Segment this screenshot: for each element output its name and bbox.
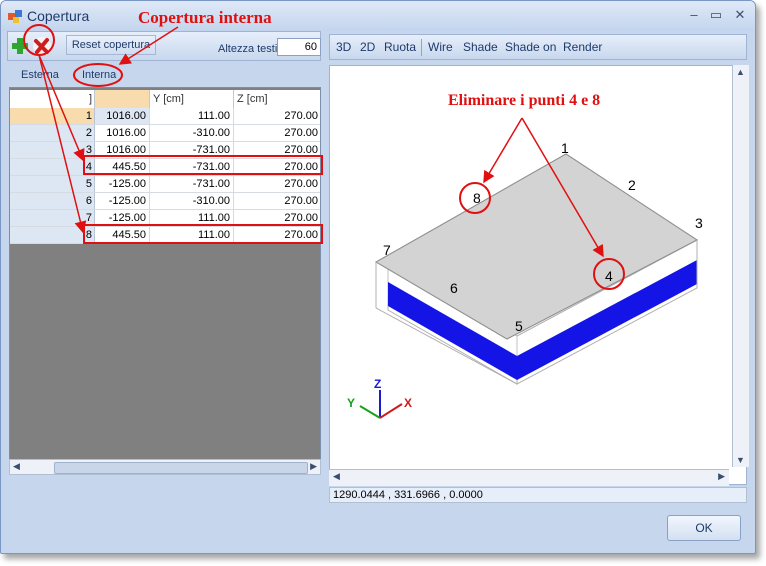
axis-triad <box>359 390 403 419</box>
point-label-6: 6 <box>450 280 458 296</box>
x-cell[interactable]: -125.00 <box>95 176 150 193</box>
row-number-cell[interactable]: 1 <box>10 108 95 125</box>
point-label-3: 3 <box>695 215 703 231</box>
point-label-4: 4 <box>605 268 613 284</box>
z-cell[interactable]: 270.00 <box>234 159 320 176</box>
x-cell[interactable]: -125.00 <box>95 193 150 210</box>
wire-button[interactable]: Wire <box>428 40 453 54</box>
points-grid: ] Y [cm] Z [cm] 1 1016.00 111.00 270.00 2 101… <box>9 87 321 461</box>
y-cell[interactable]: 111.00 <box>150 227 234 244</box>
tab-strip: Esterna Interna <box>9 65 323 87</box>
minimize-button[interactable]: – <box>685 7 703 23</box>
y-cell[interactable]: -310.00 <box>150 125 234 142</box>
shade-button[interactable]: Shade <box>463 40 498 54</box>
viewport-vertical-scrollbar[interactable]: ▲ ▼ <box>732 65 749 467</box>
render-button[interactable]: Render <box>563 40 602 54</box>
reset-copertura-button[interactable]: Reset copertura <box>66 35 156 55</box>
coordinate-status: 1290.0444 , 331.6966 , 0.0000 <box>329 487 747 503</box>
point-label-7: 7 <box>383 242 391 258</box>
annotation-copertura-interna: Copertura interna <box>138 8 272 27</box>
x-cell[interactable]: -125.00 <box>95 210 150 227</box>
annotation-eliminare-punti: Eliminare i punti 4 e 8 <box>448 92 601 109</box>
maximize-button[interactable]: ▭ <box>707 7 725 23</box>
copertura-window: Copertura – ▭ ✕ Reset copertura Altezza … <box>0 0 756 554</box>
axis-z-label: Z <box>374 377 382 391</box>
axis-y-label: Y <box>347 396 356 410</box>
scroll-left-icon[interactable]: ◀ <box>333 471 340 482</box>
view-2d-button[interactable]: 2D <box>360 40 375 54</box>
row-number-cell[interactable]: 8 <box>10 227 95 244</box>
scroll-right-icon[interactable]: ▶ <box>718 471 725 482</box>
scroll-left-icon[interactable]: ◀ <box>13 461 20 472</box>
tab-interna[interactable]: Interna <box>82 69 116 81</box>
scroll-down-icon[interactable]: ▼ <box>736 455 745 465</box>
axis-x-label: X <box>404 396 413 410</box>
y-cell[interactable]: 111.00 <box>150 210 234 227</box>
view-toolbar: 3D 2D Ruota Wire Shade Shade on Render <box>329 34 747 60</box>
table-row[interactable]: 6 -125.00 -310.00 270.00 <box>10 193 320 210</box>
roof-drawing <box>359 153 698 419</box>
z-cell[interactable]: 270.00 <box>234 227 320 244</box>
altezza-testi-label: Altezza testi <box>218 43 278 55</box>
viewport-horizontal-scrollbar[interactable]: ◀ ▶ <box>329 469 729 486</box>
shade-on-button[interactable]: Shade on <box>505 40 556 54</box>
point-label-5: 5 <box>515 318 523 334</box>
x-cell[interactable]: 445.50 <box>95 227 150 244</box>
y-cell[interactable]: -731.00 <box>150 176 234 193</box>
x-cell[interactable]: 1016.00 <box>95 108 150 125</box>
row-number-cell[interactable]: 7 <box>10 210 95 227</box>
column-header-x[interactable] <box>95 90 150 108</box>
tab-esterna[interactable]: Esterna <box>21 69 59 81</box>
view-3d-button[interactable]: 3D <box>336 40 351 54</box>
point-label-8: 8 <box>473 190 481 206</box>
row-number-cell[interactable]: 6 <box>10 193 95 210</box>
table-row[interactable]: 1 1016.00 111.00 270.00 <box>10 108 320 125</box>
ok-button[interactable]: OK <box>667 515 741 541</box>
column-header-z[interactable]: Z [cm] <box>234 90 320 108</box>
y-cell[interactable]: -731.00 <box>150 159 234 176</box>
z-cell[interactable]: 270.00 <box>234 125 320 142</box>
red-x-icon[interactable] <box>32 36 52 56</box>
point-label-2: 2 <box>628 177 636 193</box>
ruota-button[interactable]: Ruota <box>384 40 416 54</box>
z-cell[interactable]: 270.00 <box>234 142 320 159</box>
column-header-y[interactable]: Y [cm] <box>150 90 234 108</box>
toolbar-separator <box>421 39 422 56</box>
x-cell[interactable]: 1016.00 <box>95 125 150 142</box>
row-number-cell[interactable]: 4 <box>10 159 95 176</box>
scroll-thumb[interactable] <box>54 462 308 474</box>
grid-header: ] Y [cm] Z [cm] <box>10 90 320 109</box>
green-plus-icon[interactable] <box>10 36 30 56</box>
table-row[interactable]: 3 1016.00 -731.00 270.00 <box>10 142 320 159</box>
close-button[interactable]: ✕ <box>731 7 749 23</box>
table-row[interactable]: 7 -125.00 111.00 270.00 <box>10 210 320 227</box>
3d-viewport[interactable]: 1 2 3 4 5 6 7 8 Z Y X <box>329 65 747 485</box>
x-cell[interactable]: 1016.00 <box>95 142 150 159</box>
points-toolbar: Reset copertura Altezza testi <box>7 31 321 61</box>
window-title: Copertura <box>27 8 90 24</box>
row-number-cell[interactable]: 5 <box>10 176 95 193</box>
altezza-testi-input[interactable]: 60 <box>277 38 321 56</box>
z-cell[interactable]: 270.00 <box>234 176 320 193</box>
app-icon <box>8 10 22 23</box>
y-cell[interactable]: -731.00 <box>150 142 234 159</box>
z-cell[interactable]: 270.00 <box>234 193 320 210</box>
table-row[interactable]: 4 445.50 -731.00 270.00 <box>10 159 320 176</box>
z-cell[interactable]: 270.00 <box>234 108 320 125</box>
grid-corner: ] <box>10 90 95 108</box>
table-row[interactable]: 2 1016.00 -310.00 270.00 <box>10 125 320 142</box>
scroll-up-icon[interactable]: ▲ <box>736 67 745 77</box>
grid-horizontal-scrollbar[interactable]: ◀ ▶ <box>9 459 321 475</box>
z-cell[interactable]: 270.00 <box>234 210 320 227</box>
y-cell[interactable]: 111.00 <box>150 108 234 125</box>
row-number-cell[interactable]: 2 <box>10 125 95 142</box>
y-cell[interactable]: -310.00 <box>150 193 234 210</box>
table-row[interactable]: 8 445.50 111.00 270.00 <box>10 227 320 244</box>
scroll-right-icon[interactable]: ▶ <box>310 461 317 472</box>
x-cell[interactable]: 445.50 <box>95 159 150 176</box>
row-number-cell[interactable]: 3 <box>10 142 95 159</box>
title-bar: Copertura – ▭ ✕ <box>1 1 755 31</box>
point-label-1: 1 <box>561 140 569 156</box>
table-row[interactable]: 5 -125.00 -731.00 270.00 <box>10 176 320 193</box>
